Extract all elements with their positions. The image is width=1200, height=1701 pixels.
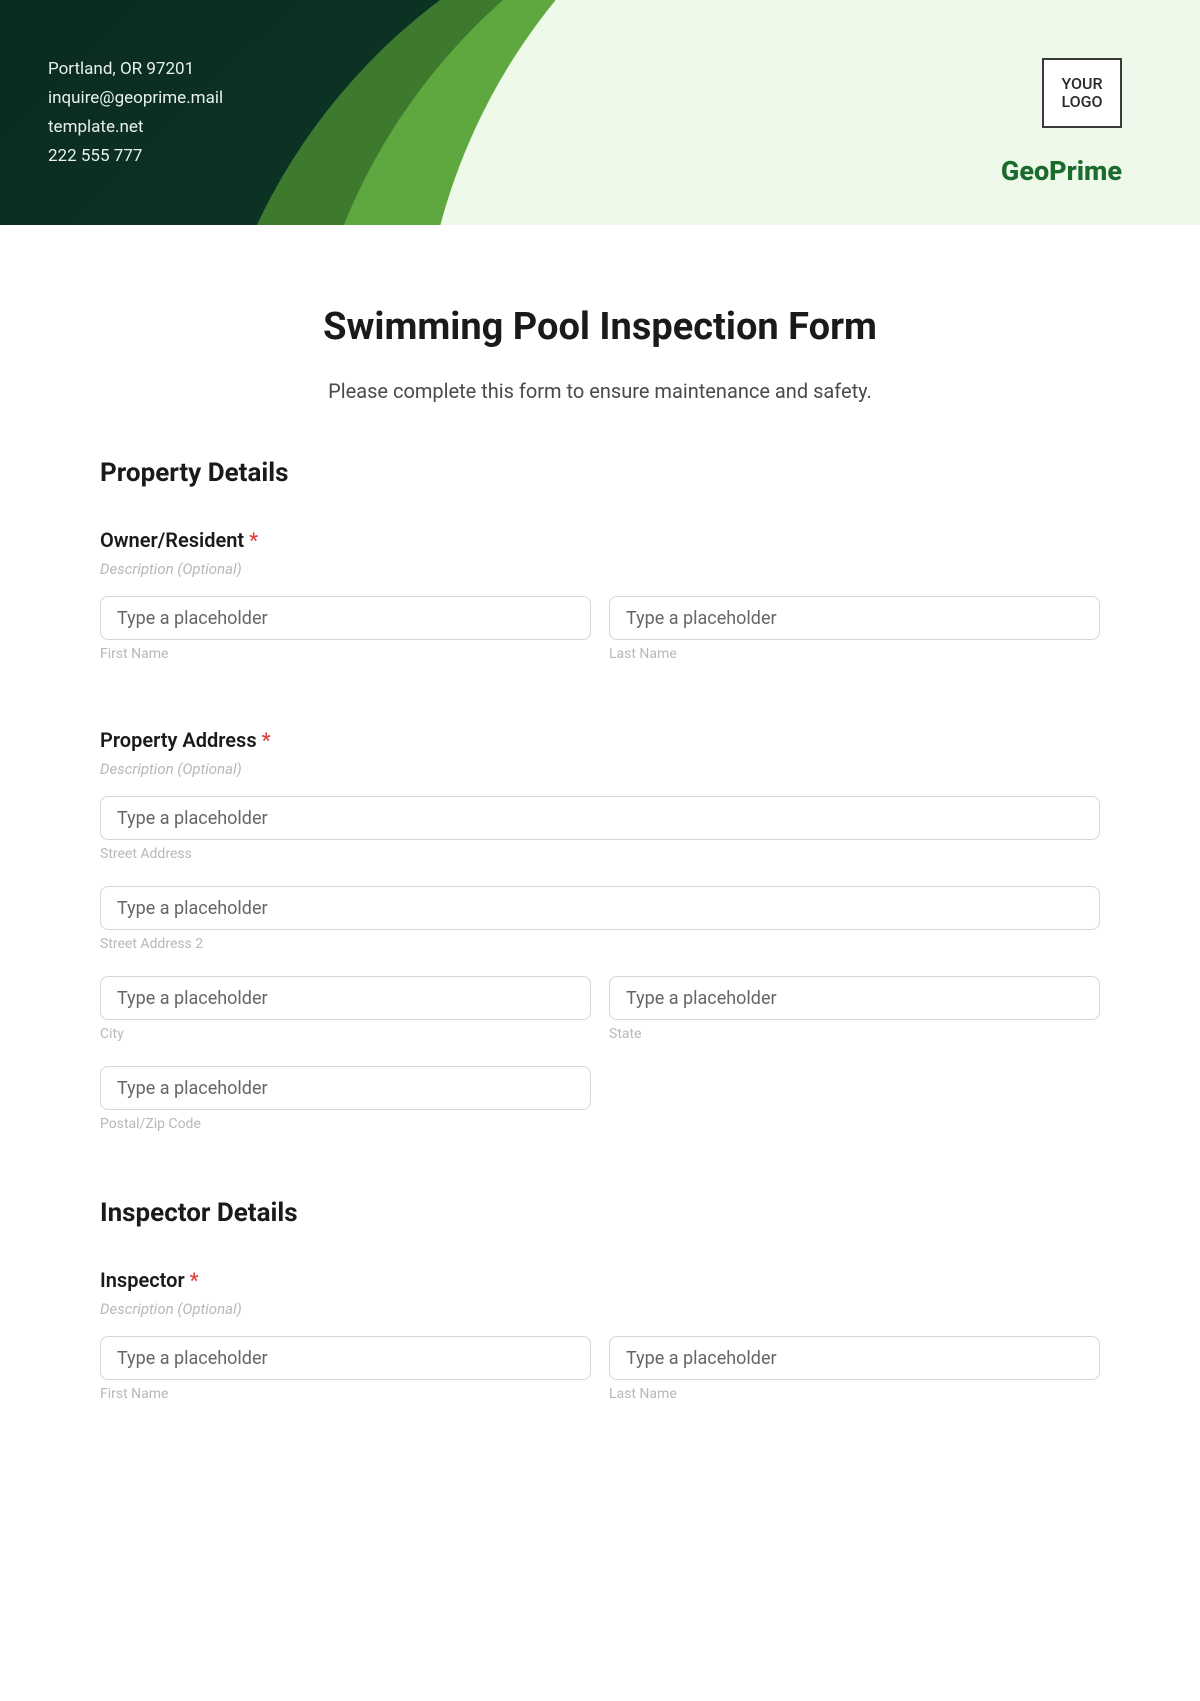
state-input[interactable] [609,976,1100,1020]
street-address-2-sublabel: Street Address 2 [100,936,1100,952]
inspector-description: Description (Optional) [100,1300,1100,1318]
owner-resident-group: Owner/Resident * Description (Optional) … [100,528,1100,680]
owner-label: Owner/Resident [100,528,244,552]
state-sublabel: State [609,1026,1100,1042]
form-content: Swimming Pool Inspection Form Please com… [0,225,1200,1508]
logo-placeholder: YOUR LOGO [1042,58,1122,128]
header-banner: Portland, OR 97201 inquire@geoprime.mail… [0,0,1200,225]
company-phone: 222 555 777 [48,142,223,171]
inspector-last-name-sublabel: Last Name [609,1386,1100,1402]
street-address-sublabel: Street Address [100,846,1100,862]
logo-text: YOUR LOGO [1044,75,1120,112]
owner-first-name-sublabel: First Name [100,646,591,662]
owner-first-name-input[interactable] [100,596,591,640]
form-subtitle: Please complete this form to ensure main… [100,379,1100,403]
section-heading-property: Property Details [100,458,1100,488]
company-address: Portland, OR 97201 [48,55,223,84]
section-heading-inspector: Inspector Details [100,1198,1100,1228]
brand-name: GeoPrime [1001,155,1122,187]
owner-label-row: Owner/Resident * [100,528,1100,552]
inspector-first-name-input[interactable] [100,1336,591,1380]
address-label: Property Address [100,728,257,752]
required-marker: * [190,1268,199,1292]
postal-code-sublabel: Postal/Zip Code [100,1116,591,1132]
city-input[interactable] [100,976,591,1020]
owner-last-name-sublabel: Last Name [609,646,1100,662]
owner-description: Description (Optional) [100,560,1100,578]
city-sublabel: City [100,1026,591,1042]
form-title: Swimming Pool Inspection Form [100,305,1100,349]
required-marker: * [262,728,271,752]
postal-code-input[interactable] [100,1066,591,1110]
inspector-group: Inspector * Description (Optional) First… [100,1268,1100,1420]
address-label-row: Property Address * [100,728,1100,752]
property-address-group: Property Address * Description (Optional… [100,728,1100,1150]
company-website: template.net [48,113,223,142]
inspector-first-name-sublabel: First Name [100,1386,591,1402]
company-info-block: Portland, OR 97201 inquire@geoprime.mail… [48,55,223,171]
inspector-last-name-input[interactable] [609,1336,1100,1380]
owner-last-name-input[interactable] [609,596,1100,640]
street-address-input[interactable] [100,796,1100,840]
company-email: inquire@geoprime.mail [48,84,223,113]
inspector-label-row: Inspector * [100,1268,1100,1292]
required-marker: * [249,528,258,552]
inspector-label: Inspector [100,1268,185,1292]
address-description: Description (Optional) [100,760,1100,778]
street-address-2-input[interactable] [100,886,1100,930]
